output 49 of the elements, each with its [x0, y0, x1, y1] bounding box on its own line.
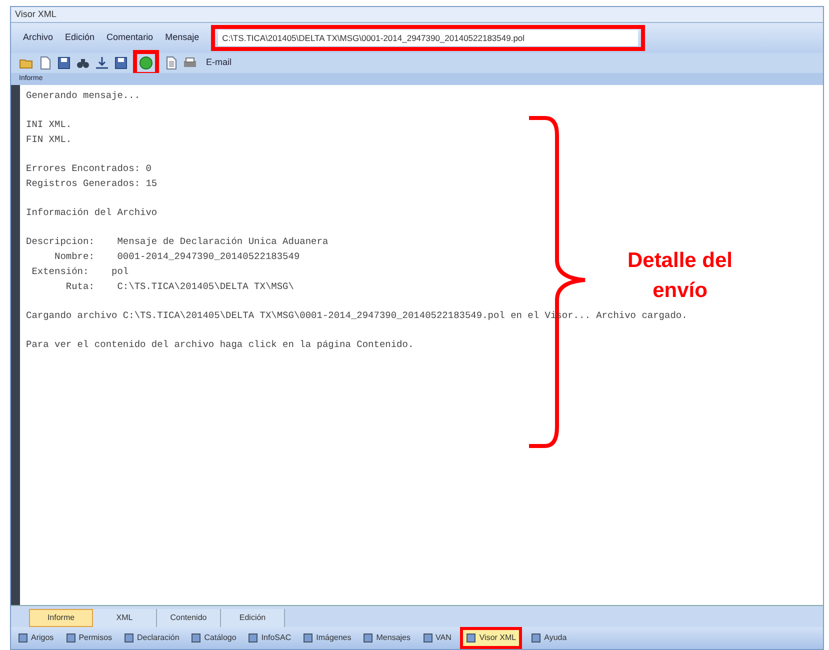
report-line: Extensión: pol	[30, 265, 129, 279]
view-tab[interactable]: Informe	[29, 609, 93, 627]
report-line: FIN XML.	[26, 133, 72, 147]
app-icon	[363, 633, 374, 643]
taskbar-button[interactable]: Mensajes	[360, 630, 414, 646]
app-icon	[191, 633, 202, 643]
app-icon	[248, 633, 258, 643]
app-icon	[531, 633, 542, 643]
app-icon	[422, 633, 432, 643]
report-line: Ruta: C:\TS.TICA\201405\DELTA TX\MSG\	[64, 280, 294, 294]
binoculars-icon[interactable]	[76, 56, 90, 70]
taskbar-button[interactable]: Arigos	[15, 630, 57, 646]
document-icon[interactable]	[164, 56, 178, 70]
app-icon	[303, 633, 314, 643]
menu-item[interactable]: Comentario	[106, 31, 154, 45]
app-icon	[66, 633, 76, 643]
view-tab[interactable]: XML	[93, 609, 157, 627]
taskbar-button[interactable]: Catálogo	[188, 630, 240, 646]
taskbar-button[interactable]: VAN	[420, 630, 454, 646]
report-line: Generando mensaje...	[26, 89, 140, 103]
report-line: INI XML.	[26, 118, 72, 132]
report-line: Descripcion: Mensaje de Declaración Unica Aduanera	[26, 235, 328, 249]
taskbar-button[interactable]: Imágenes	[300, 630, 354, 646]
taskbar-button[interactable]: Ayuda	[528, 630, 570, 646]
page-icon[interactable]	[38, 56, 52, 70]
taskbar-button[interactable]: InfoSAC	[245, 630, 294, 646]
menu-item[interactable]: Mensaje	[165, 31, 200, 45]
path-field[interactable]: C:\TS.TICA\201405\DELTA TX\MSG\0001-2014_2947390_20140522183549.pol	[211, 25, 646, 51]
download-icon[interactable]	[95, 56, 109, 70]
view-tab[interactable]: Edición	[221, 609, 285, 627]
app-icon	[124, 633, 134, 643]
printer-icon[interactable]	[183, 56, 197, 70]
report-line: Nombre: 0001-2014_2947390_20140522183549	[54, 250, 300, 264]
app-icon	[18, 633, 28, 643]
window-title: Visor XML	[15, 8, 56, 21]
view-tab[interactable]: Contenido	[157, 609, 221, 627]
taskbar-button[interactable]: Visor XML	[460, 627, 522, 649]
report-line: Errores Encontrados: 0	[26, 162, 152, 176]
menu-item[interactable]: Edición	[65, 31, 95, 45]
taskbar-button[interactable]: Declaración	[121, 630, 182, 646]
report-line: Para ver el contenido del archivo haga click en la página Contenido.	[26, 338, 414, 352]
taskbar-button[interactable]: Permisos	[62, 630, 116, 646]
report-line: Registros Generados: 15	[26, 177, 158, 191]
email-button[interactable]: E-mail	[202, 56, 236, 70]
report-line: Información del Archivo	[26, 206, 158, 220]
annotation-text: Detalle del envío	[626, 248, 734, 304]
globe-icon[interactable]	[139, 56, 153, 70]
app-icon	[466, 633, 476, 643]
menu-item[interactable]: Archivo	[23, 31, 54, 45]
